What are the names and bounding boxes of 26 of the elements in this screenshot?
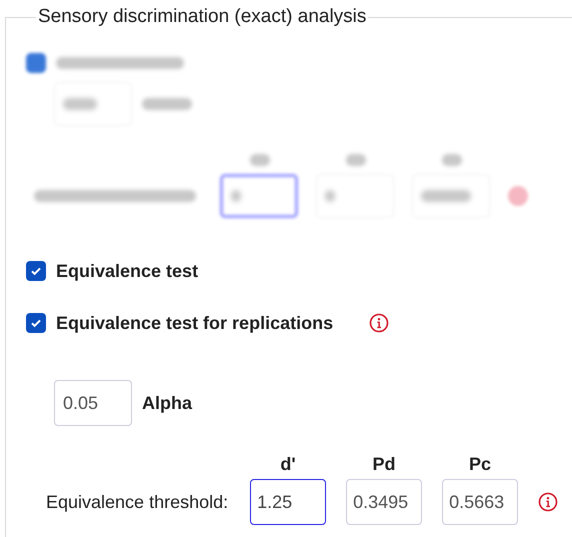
- blurred-text: [250, 154, 270, 166]
- checkmark-icon: [30, 265, 42, 277]
- column-header: d': [279, 454, 297, 475]
- column-header: Pc: [468, 454, 492, 475]
- threshold-field[interactable]: 0.5663: [442, 479, 518, 525]
- threshold-field[interactable]: 1.25: [250, 479, 326, 525]
- blurred-text: [325, 190, 335, 202]
- checkbox[interactable]: [26, 313, 46, 333]
- checkmark-icon: [30, 317, 42, 329]
- alpha-label: Alpha: [142, 392, 192, 414]
- threshold-field[interactable]: 0.3495: [346, 479, 422, 525]
- blurred-text: [231, 190, 241, 202]
- blurred-text: [421, 190, 471, 202]
- info-icon[interactable]: [538, 492, 558, 512]
- checkbox-label: Equivalence test for replications: [56, 312, 334, 334]
- alpha-field[interactable]: 0.05: [54, 380, 132, 426]
- blurred-text: [442, 154, 462, 166]
- threshold-label: Equivalence threshold:: [46, 492, 230, 512]
- blurred-text: [346, 154, 366, 166]
- info-icon[interactable]: [369, 313, 390, 333]
- blurred-text: [63, 98, 97, 110]
- column-header: Pd: [372, 454, 397, 475]
- checkbox[interactable]: [26, 261, 46, 281]
- panel-title: Sensory discrimination (exact) analysis: [37, 6, 368, 28]
- checkbox-label: Equivalence test: [56, 260, 198, 282]
- blurred-text: [142, 98, 192, 110]
